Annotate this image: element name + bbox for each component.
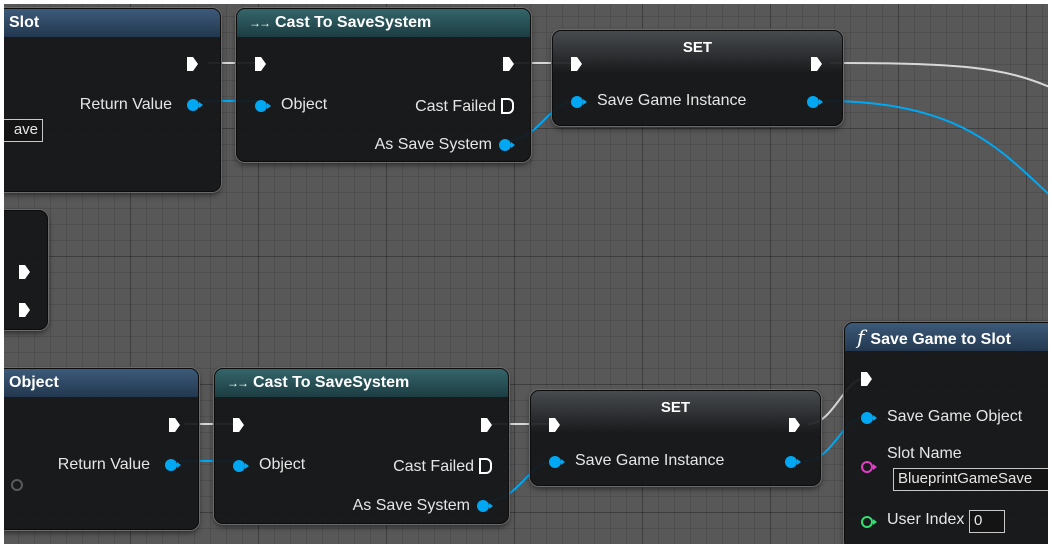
object-label: Object: [259, 456, 306, 473]
node-title: Cast To SaveSystem: [253, 374, 410, 391]
node-title: Object: [4, 369, 198, 397]
cast-failed-label: Cast Failed: [415, 98, 496, 115]
save-game-instance-label: Save Game Instance: [575, 452, 725, 469]
save-game-to-slot-node[interactable]: f Save Game to Slot Save Game Object Slot…: [844, 322, 1048, 544]
cast-arrow-icon: →→: [227, 376, 249, 390]
node-header: →→ Cast To SaveSystem: [237, 9, 530, 37]
unconnected-pin[interactable]: [11, 479, 23, 491]
exec-wire[interactable]: [829, 62, 1048, 89]
save-game-instance-in-pin[interactable]: [571, 96, 587, 108]
save-game-object-pin[interactable]: [861, 412, 877, 424]
save-game-instance-out-pin[interactable]: [785, 456, 801, 468]
node-header: →→ Cast To SaveSystem: [215, 369, 508, 397]
cast-to-savesystem-node[interactable]: →→ Cast To SaveSystem Object Cast Failed …: [214, 368, 509, 524]
return-value-label: Return Value: [79, 96, 172, 113]
function-icon: f: [857, 325, 865, 349]
user-index-input[interactable]: 0: [969, 510, 1005, 533]
slot-name-input[interactable]: BlueprintGameSave: [893, 468, 1048, 491]
user-index-pin[interactable]: [861, 516, 877, 528]
node-header: f Save Game to Slot: [845, 323, 1048, 351]
user-index-label: User Index: [887, 511, 965, 528]
slot-name-label: Slot Name: [887, 445, 962, 462]
cast-to-savesystem-node[interactable]: →→ Cast To SaveSystem Object Cast Failed …: [236, 8, 531, 162]
as-save-system-label: As Save System: [352, 497, 470, 514]
partial-node-middle[interactable]: [4, 210, 48, 330]
cast-failed-label: Cast Failed: [393, 458, 474, 475]
node-title: Save Game to Slot: [870, 331, 1011, 348]
node-title: Slot: [4, 9, 220, 37]
object-wire[interactable]: [825, 100, 1048, 199]
set-variable-node[interactable]: SET Save Game Instance: [552, 30, 843, 126]
as-save-system-pin[interactable]: [499, 139, 515, 151]
partial-node-slot[interactable]: Slot Return Value ave: [4, 8, 221, 192]
node-title: Cast To SaveSystem: [275, 14, 432, 31]
as-save-system-pin[interactable]: [477, 500, 493, 512]
return-value-pin[interactable]: [187, 99, 203, 111]
return-value-pin[interactable]: [165, 459, 181, 471]
as-save-system-label: As Save System: [374, 136, 492, 153]
node-title: SET: [682, 39, 713, 56]
node-title: SET: [660, 399, 691, 416]
slot-name-pin[interactable]: [861, 461, 877, 473]
return-value-label: Return Value: [57, 456, 150, 473]
set-variable-node[interactable]: SET Save Game Instance: [530, 390, 821, 486]
blueprint-graph-canvas[interactable]: Slot Return Value ave Object Return Valu…: [4, 4, 1048, 544]
save-game-instance-label: Save Game Instance: [597, 92, 747, 109]
field-fragment[interactable]: ave: [4, 119, 43, 142]
object-in-pin[interactable]: [255, 100, 271, 112]
save-game-instance-in-pin[interactable]: [549, 456, 565, 468]
save-game-object-label: Save Game Object: [887, 408, 1023, 425]
object-in-pin[interactable]: [233, 460, 249, 472]
save-game-instance-out-pin[interactable]: [807, 96, 823, 108]
object-label: Object: [281, 96, 328, 113]
partial-node-object[interactable]: Object Return Value: [4, 368, 199, 530]
cast-arrow-icon: →→: [249, 16, 271, 30]
